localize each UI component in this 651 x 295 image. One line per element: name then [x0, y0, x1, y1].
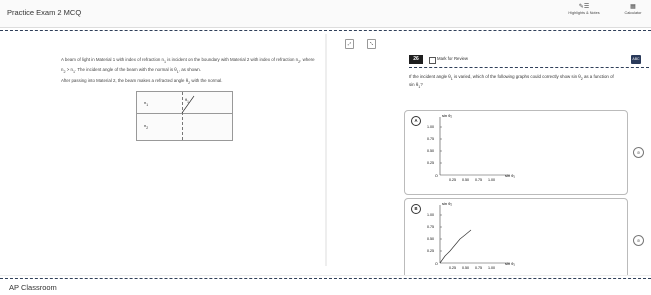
x-tick: 0.75 — [475, 178, 482, 182]
x-axis-label: sin θ₁ — [505, 173, 515, 178]
pane-divider[interactable] — [325, 34, 327, 266]
x-axis-label: sin θ₁ — [505, 261, 515, 266]
y-tick: 0.50 — [427, 237, 434, 241]
header-divider — [0, 30, 651, 31]
question-stem: If the incident angle θ1 is varied, whic… — [409, 74, 614, 90]
question-number: 26 — [409, 55, 423, 64]
passage-paragraph-2: After passing into Material 2, the beam … — [61, 78, 223, 86]
x-tick: 0.25 — [449, 266, 456, 270]
mark-for-review-label[interactable]: Mark for Review — [437, 56, 468, 61]
calculator-label: Calculator — [624, 11, 642, 15]
abc-eliminator-button[interactable]: ABC — [631, 55, 641, 64]
x-tick: 0.25 — [449, 178, 456, 182]
y-tick: 0.75 — [427, 225, 434, 229]
answer-choice-b[interactable]: B sin θ₂ 1.00 0.75 0.50 0.25 O 0.25 0.50… — [404, 198, 628, 283]
x-tick: 0.50 — [462, 178, 469, 182]
y-axis-label: sin θ₂ — [442, 201, 452, 206]
light-beam — [181, 95, 195, 114]
collapse-icon[interactable]: ⤡ — [367, 39, 376, 49]
x-tick: 0.75 — [475, 266, 482, 270]
x-tick: 1.00 — [488, 178, 495, 182]
graph-b: sin θ₂ 1.00 0.75 0.50 0.25 O 0.25 0.50 0… — [427, 201, 515, 270]
x-tick: 0.50 — [462, 266, 469, 270]
ap-classroom-logo: AP Classroom — [9, 283, 57, 292]
curve — [439, 229, 472, 264]
y-tick: 0.25 — [427, 249, 434, 253]
footer: AP Classroom — [0, 275, 651, 295]
calculator-icon: ▦ — [630, 4, 636, 10]
top-bar: Practice Exam 2 MCQ ✎☰ Highlights & Note… — [0, 0, 651, 28]
origin-label: O — [435, 262, 438, 266]
refraction-diagram: n1 n2 θ1 — [136, 91, 233, 141]
answer-choice-a[interactable]: A sin θ₂ 1.00 0.75 0.50 0.25 O 0.25 0.50… — [404, 110, 628, 195]
eliminate-choice-a-button[interactable]: ⊘ — [633, 147, 644, 158]
question-header: 26 Mark for Review ABC — [409, 54, 649, 65]
origin-label: O — [435, 174, 438, 178]
passage-paragraph-1: A beam of light in Material 1 with index… — [61, 57, 315, 74]
graph-a: sin θ₂ 1.00 0.75 0.50 0.25 O 0.25 0.50 0… — [427, 113, 515, 182]
footer-divider — [0, 278, 651, 279]
highlights-label: Highlights & Notes — [568, 11, 600, 15]
mark-for-review-checkbox[interactable] — [429, 56, 436, 64]
x-tick: 1.00 — [488, 266, 495, 270]
y-tick: 1.00 — [427, 125, 434, 129]
calculator-button[interactable]: ▦ Calculator — [618, 4, 648, 15]
question-divider — [409, 67, 649, 68]
passage-tools: ⤢ ⤡ — [345, 39, 379, 49]
y-axis-label: sin θ₂ — [442, 113, 452, 118]
y-tick: 1.00 — [427, 213, 434, 217]
passage: A beam of light in Material 1 with index… — [61, 56, 319, 87]
exam-title: Practice Exam 2 MCQ — [7, 8, 82, 17]
expand-icon[interactable]: ⤢ — [345, 39, 354, 49]
eliminate-choice-b-button[interactable]: ⊘ — [633, 235, 644, 246]
highlights-notes-button[interactable]: ✎☰ Highlights & Notes — [566, 4, 602, 15]
y-tick: 0.75 — [427, 137, 434, 141]
y-tick: 0.50 — [427, 149, 434, 153]
y-tick: 0.25 — [427, 161, 434, 165]
highlighter-icon: ✎☰ — [578, 4, 590, 10]
